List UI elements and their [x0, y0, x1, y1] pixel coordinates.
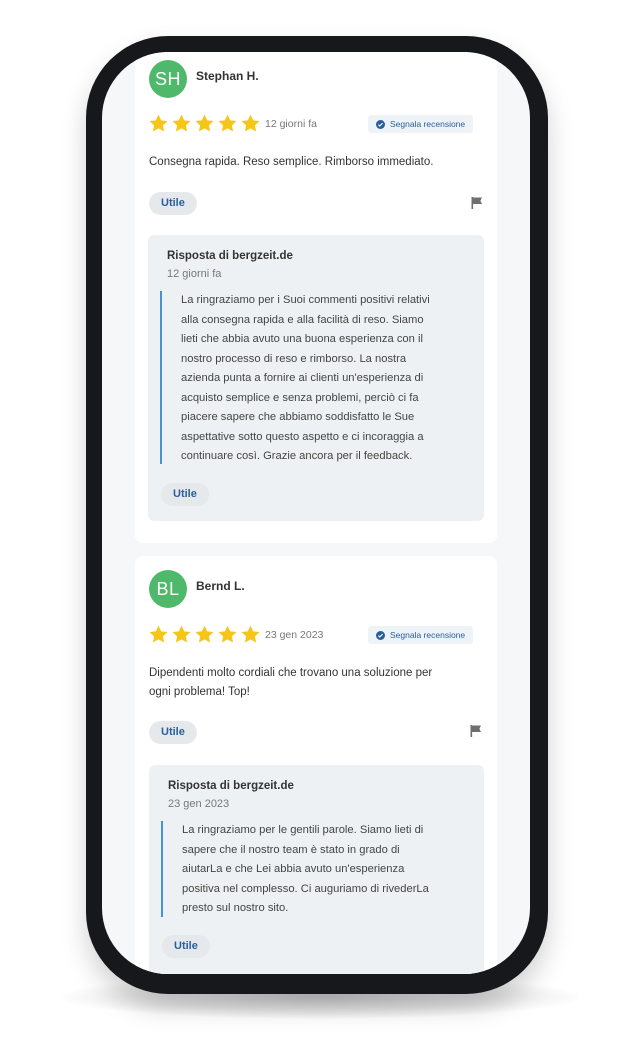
- report-review-button[interactable]: Segnala recensione: [368, 626, 474, 644]
- reply-text: La ringraziamo per i Suoi commenti posit…: [181, 291, 430, 467]
- reply-date: 12 giorni fa: [167, 268, 222, 280]
- reply-line: La ringraziamo per le gentili parole. Si…: [182, 824, 424, 836]
- report-review-label: Segnala recensione: [390, 119, 466, 129]
- review-text-line: ogni problema! Top!: [149, 686, 250, 698]
- reply-title: Risposta di bergzeit.de: [167, 250, 293, 262]
- reply-line: continuare così. Grazie ancora per il fe…: [181, 450, 413, 462]
- reply-line: lieti che abbia avuto una buona esperien…: [181, 333, 423, 345]
- reply-line: positiva nel complesso. Ci auguriamo di …: [182, 882, 429, 895]
- review-card: SH Stephan H. 12 giorni fa Segnala recen…: [135, 52, 497, 543]
- reply-line: aiutarLa e che Lei abbia avuto un'esperi…: [182, 863, 405, 875]
- helpful-button[interactable]: Utile: [149, 192, 197, 215]
- review-date: 12 giorni fa: [265, 118, 317, 130]
- reply-date: 23 gen 2023: [168, 798, 230, 810]
- reply-line: piacere sapere che abbiamo soddisfatto l…: [181, 411, 415, 423]
- review-date: 23 gen 2023: [265, 629, 324, 641]
- reviewer-name: Stephan H.: [196, 69, 259, 83]
- reply-line: La ringraziamo per i Suoi commenti posit…: [181, 294, 430, 306]
- review-card: BL Bernd L. 23 gen 2023 Segnala recensio…: [135, 556, 497, 974]
- helpful-button[interactable]: Utile: [149, 721, 197, 744]
- verified-check-icon: [376, 630, 385, 640]
- reply-quote-bar: [160, 291, 162, 464]
- reply-line: alla consegna rapida e alla facilità di …: [181, 313, 424, 326]
- company-reply: Risposta di bergzeit.de 12 giorni fa La …: [148, 235, 484, 521]
- star-icon: [241, 114, 260, 132]
- review-text: Consegna rapida. Reso semplice. Rimborso…: [149, 156, 434, 168]
- review-text-line: Dipendenti molto cordiali che trovano un…: [149, 667, 433, 679]
- reply-line: azienda punta a fornire ai clienti un'es…: [181, 372, 424, 384]
- star-icon: [149, 625, 168, 643]
- verified-check-icon: [376, 119, 385, 129]
- flag-icon[interactable]: [469, 724, 483, 738]
- reply-line: presto sul nostro sito.: [182, 902, 289, 914]
- avatar: SH: [149, 60, 187, 98]
- star-icon: [149, 114, 168, 132]
- star-icon: [195, 625, 214, 643]
- flag-icon[interactable]: [470, 196, 484, 210]
- star-icon: [172, 114, 191, 132]
- star-icon: [241, 625, 260, 643]
- star-icon: [172, 625, 191, 643]
- reviewer-name: Bernd L.: [196, 579, 245, 593]
- star-icon: [195, 114, 214, 132]
- star-rating: [148, 624, 261, 648]
- phone-screen: SH Stephan H. 12 giorni fa Segnala recen…: [102, 52, 530, 974]
- avatar: BL: [149, 570, 187, 608]
- reply-helpful-button[interactable]: Utile: [162, 935, 210, 958]
- reply-quote-bar: [161, 821, 163, 917]
- reply-helpful-button[interactable]: Utile: [161, 483, 209, 506]
- report-review-label: Segnala recensione: [390, 630, 466, 640]
- review-text: Dipendenti molto cordiali che trovano un…: [149, 664, 432, 702]
- reply-line: acquisto semplice e senza problemi, perc…: [181, 391, 419, 404]
- mockup-stage: SH Stephan H. 12 giorni fa Segnala recen…: [0, 0, 640, 1050]
- report-review-button[interactable]: Segnala recensione: [368, 115, 474, 133]
- reply-title: Risposta di bergzeit.de: [168, 780, 294, 792]
- star-icon: [218, 114, 237, 132]
- star-icon: [218, 625, 237, 643]
- reply-line: aspettative sotto questo aspetto e ci in…: [181, 430, 424, 443]
- company-reply: Risposta di bergzeit.de 23 gen 2023 La r…: [149, 765, 484, 974]
- reply-line: nostro processo di reso e rimborso. La n…: [181, 352, 407, 365]
- star-rating: [148, 113, 261, 137]
- reply-line: sapere che il nostro team è stato in gra…: [182, 843, 400, 856]
- reply-text: La ringraziamo per le gentili parole. Si…: [182, 821, 429, 919]
